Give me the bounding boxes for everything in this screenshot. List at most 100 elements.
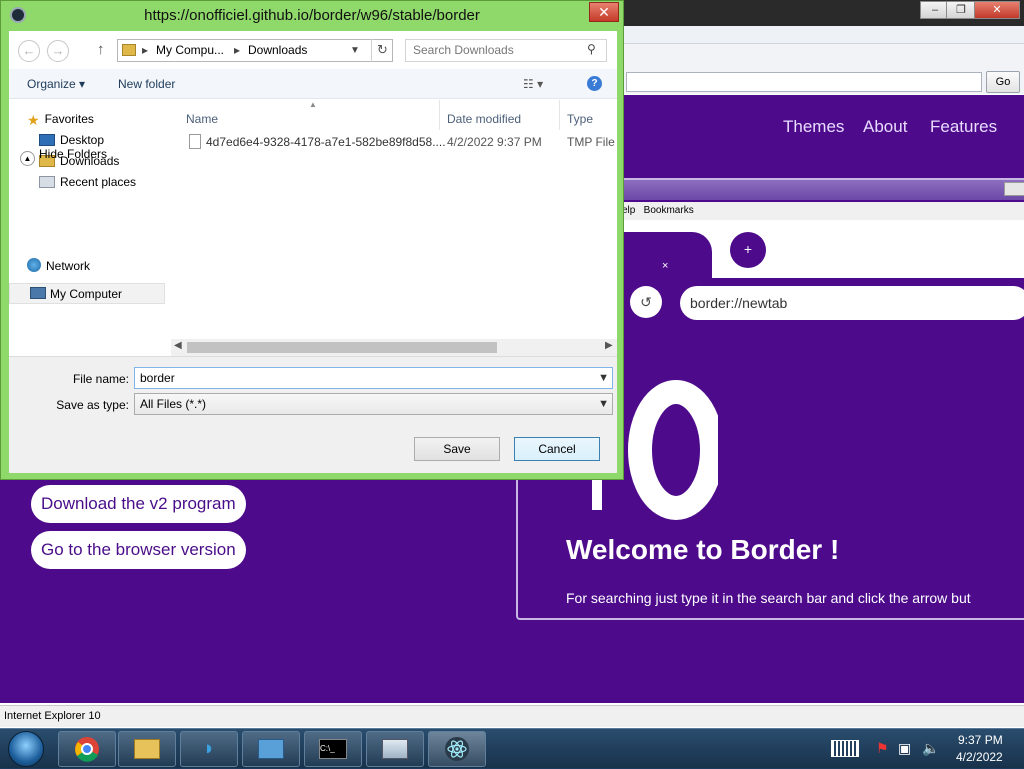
taskbar-cmd[interactable]: C:\_ — [304, 731, 362, 767]
ie-url-input[interactable] — [626, 72, 982, 92]
file-name: 4d7ed6e4-9328-4178-a7e1-582be89f8d58.... — [206, 135, 446, 149]
tree-label: Recent places — [60, 175, 137, 189]
tree-item-network[interactable]: Network — [27, 258, 90, 273]
save-type-value: All Files (*.*) — [140, 397, 207, 411]
volume-muted-icon[interactable]: 🔈 — [922, 740, 939, 757]
dialog-close-button[interactable]: ✕ — [589, 2, 619, 22]
forward-button[interactable]: → — [47, 40, 69, 62]
nav-link-features[interactable]: Features — [930, 117, 997, 137]
taskbar-chrome[interactable] — [58, 731, 116, 767]
taskbar-electron[interactable] — [428, 731, 486, 767]
taskbar-explorer[interactable] — [118, 731, 176, 767]
tree-item-desktop[interactable]: Desktop — [39, 133, 104, 147]
scrollbar-thumb[interactable] — [187, 342, 497, 353]
help-icon[interactable]: ? — [587, 76, 602, 91]
reload-icon: ↺ — [630, 286, 662, 318]
chevron-down-icon[interactable]: ▼ — [350, 40, 360, 61]
file-list: ▲ Name Date modified Type 4d7ed6e4-9328-… — [179, 100, 617, 340]
scroll-left-icon[interactable]: ◀ — [174, 340, 182, 351]
nav-link-themes[interactable]: Themes — [783, 117, 844, 137]
file-name-input[interactable]: border ▼ — [134, 367, 613, 389]
window-close-button[interactable]: ✕ — [974, 1, 1020, 19]
new-folder-button[interactable]: New folder — [118, 77, 175, 91]
up-button[interactable]: ↑ — [97, 41, 105, 58]
column-divider[interactable] — [559, 100, 560, 130]
star-icon: ★ — [27, 112, 40, 128]
folder-icon — [122, 44, 136, 56]
breadcrumb-downloads[interactable]: Downloads — [248, 40, 307, 61]
column-header-name[interactable]: Name — [186, 112, 218, 126]
computer-icon — [30, 287, 46, 299]
scroll-right-icon[interactable]: ▶ — [605, 340, 613, 351]
refresh-button[interactable]: ↻ — [371, 39, 393, 62]
nav-link-about[interactable]: About — [863, 117, 907, 137]
tree-item-recent-places[interactable]: Recent places — [39, 175, 136, 189]
hide-folders-toggle[interactable]: ▲ Hide Folders — [20, 147, 107, 166]
new-tab-icon: + — [730, 232, 766, 268]
taskbar-dolphin[interactable]: ◗ — [180, 731, 238, 767]
chevron-down-icon[interactable]: ▼ — [598, 368, 609, 388]
hide-folders-label: Hide Folders — [39, 147, 108, 161]
tree-item-my-computer[interactable]: My Computer — [9, 283, 165, 304]
tree-label: My Computer — [50, 287, 123, 301]
column-header-type[interactable]: Type — [567, 112, 593, 126]
restore-button[interactable]: ❐ — [946, 1, 976, 19]
cancel-button[interactable]: Cancel — [514, 437, 600, 461]
control-panel-icon — [258, 739, 284, 759]
horizontal-scrollbar[interactable]: ◀ ▶ — [171, 339, 617, 356]
save-button[interactable]: Save — [414, 437, 500, 461]
file-row[interactable]: 4d7ed6e4-9328-4178-a7e1-582be89f8d58....… — [179, 130, 617, 152]
dialog-title: https://onofficiel.github.io/border/w96/… — [144, 7, 480, 24]
breadcrumb-my-computer[interactable]: My Compu... — [156, 40, 224, 61]
taskbar-monitor[interactable] — [366, 731, 424, 767]
close-tab-icon: × — [662, 260, 669, 272]
dolphin-icon: ◗ — [202, 737, 216, 760]
preview-minimize-icon — [1004, 182, 1024, 196]
network-tray-icon[interactable]: ▣ — [898, 740, 911, 757]
folder-icon — [134, 739, 160, 759]
action-center-icon[interactable]: ⚑ — [876, 740, 889, 757]
dialog-footer: File name: border ▼ Save as type: All Fi… — [9, 356, 617, 473]
taskbar-control-panel[interactable] — [242, 731, 300, 767]
dialog-body: ← → ↑ ▸ My Compu... ▸ Downloads ▼ ↻ Sear… — [9, 31, 617, 473]
file-date: 4/2/2022 9:37 PM — [447, 135, 542, 149]
save-dialog: https://onofficiel.github.io/border/w96/… — [0, 0, 624, 480]
chevron-right-icon: ▸ — [234, 43, 241, 57]
clock-date[interactable]: 4/2/2022 — [956, 750, 1003, 764]
ie-status-bar: Internet Explorer 10 — [0, 705, 1024, 727]
welcome-heading: Welcome to Border ! — [566, 534, 840, 565]
column-header-date[interactable]: Date modified — [447, 112, 521, 126]
network-icon — [27, 258, 41, 272]
file-icon — [189, 134, 201, 149]
ie-go-button[interactable]: Go — [986, 71, 1020, 93]
clock-time[interactable]: 9:37 PM — [958, 733, 1003, 747]
save-type-label: Save as type: — [56, 398, 129, 412]
tree-label: Desktop — [60, 133, 105, 147]
file-name-label: File name: — [72, 372, 129, 386]
search-input[interactable]: Search Downloads — [405, 39, 607, 62]
back-button[interactable]: ← — [18, 40, 40, 62]
chrome-icon — [75, 737, 99, 762]
resource-monitor-icon — [382, 739, 408, 759]
chevron-up-icon: ▲ — [20, 151, 35, 166]
search-icon: ⚲ — [587, 42, 596, 56]
navigation-pane: ★ Favorites Desktop Downloads Recent plac… — [9, 100, 167, 350]
file-name-value: border — [140, 371, 175, 385]
organize-button[interactable]: Organize ▾ — [27, 77, 85, 91]
save-type-select[interactable]: All Files (*.*) ▼ — [134, 393, 613, 415]
browser-version-button[interactable]: Go to the browser version — [31, 531, 246, 569]
tree-item-favorites[interactable]: ★ Favorites — [27, 112, 94, 129]
recent-places-icon — [39, 176, 55, 188]
dialog-toolbar: Organize ▾ New folder ☷ ▾ ? — [9, 69, 617, 99]
system-tray: ⚑ ▣ 🔈 9:37 PM 4/2/2022 — [826, 729, 1024, 769]
view-options-button[interactable]: ☷ ▾ — [523, 77, 543, 91]
chevron-down-icon[interactable]: ▼ — [598, 394, 609, 414]
dialog-navbar: ← → ↑ ▸ My Compu... ▸ Downloads ▼ ↻ Sear… — [9, 31, 617, 69]
download-v2-button[interactable]: Download the v2 program — [31, 485, 246, 523]
tree-label: Favorites — [44, 112, 94, 126]
address-breadcrumb[interactable]: ▸ My Compu... ▸ Downloads ▼ — [117, 39, 393, 62]
start-button[interactable] — [8, 731, 44, 767]
keyboard-icon[interactable] — [831, 740, 859, 757]
desktop-icon — [39, 134, 55, 146]
column-divider[interactable] — [439, 100, 440, 130]
